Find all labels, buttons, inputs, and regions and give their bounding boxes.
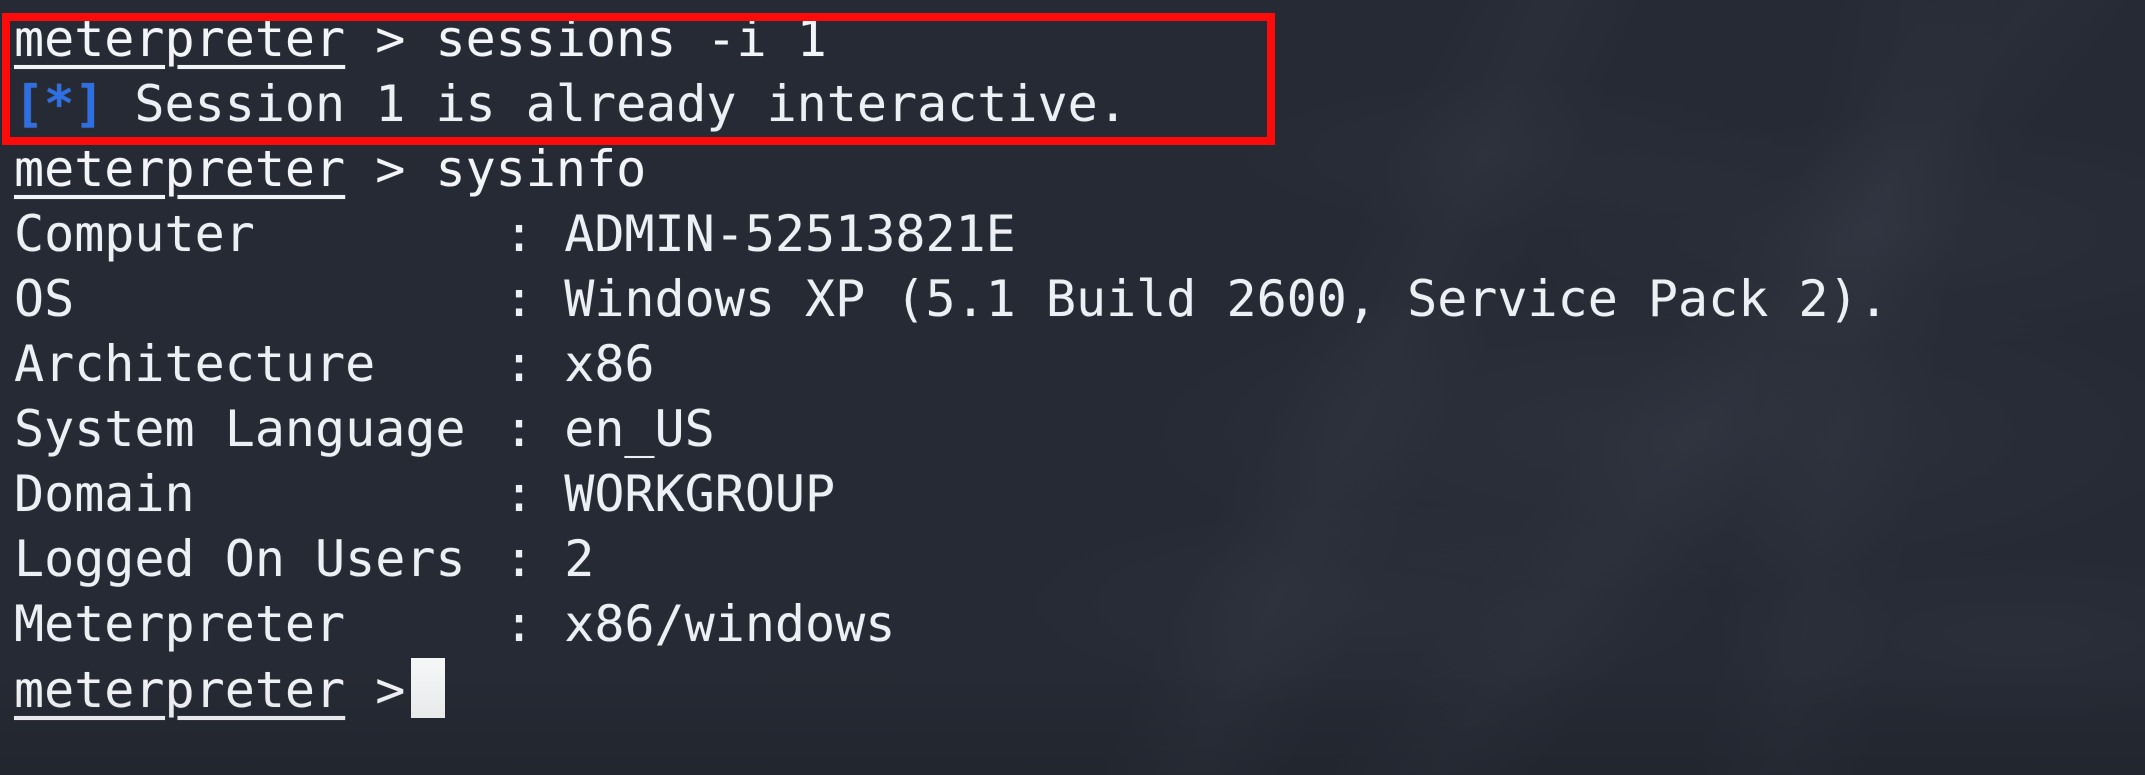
sysinfo-key-os: OS — [14, 270, 75, 328]
kv-spacer — [534, 205, 564, 263]
sysinfo-value-os: Windows XP (5.1 Build 2600, Service Pack… — [564, 270, 1889, 328]
prompt-arrow-icon: > — [375, 661, 406, 719]
sysinfo-colon: : — [504, 595, 535, 653]
terminal-line-prompt-active[interactable]: meterpreter > — [14, 658, 446, 721]
sysinfo-value-domain: WORKGROUP — [564, 465, 836, 523]
kv-spacer — [534, 595, 564, 653]
prompt-spacer — [345, 140, 375, 198]
terminal-screenshot: meterpreter > sessions -i 1 [*] Session … — [0, 0, 2145, 775]
sysinfo-value-computer: ADMIN-52513821E — [564, 205, 1016, 263]
sysinfo-colon: : — [504, 205, 535, 263]
sysinfo-colon: : — [504, 270, 535, 328]
sysinfo-key-computer: Computer — [14, 205, 255, 263]
terminal-line-prompt-sysinfo: meterpreter > sysinfo — [14, 138, 646, 200]
sysinfo-colon: : — [504, 530, 535, 588]
prompt-spacer — [345, 10, 375, 68]
terminal-line-info-session-interactive: [*] Session 1 is already interactive. — [14, 73, 1128, 135]
sysinfo-value-meterpreter: x86/windows — [564, 595, 896, 653]
sysinfo-row-logged-on-users: Logged On Users: 2 — [14, 528, 594, 590]
sysinfo-key-domain: Domain — [14, 465, 195, 523]
sysinfo-key-architecture: Architecture — [14, 335, 376, 393]
sysinfo-row-system-language: System Language: en_US — [14, 398, 715, 460]
sysinfo-key-meterpreter: Meterpreter — [14, 595, 346, 653]
sysinfo-row-os: OS: Windows XP (5.1 Build 2600, Service … — [14, 268, 1889, 330]
sysinfo-row-meterpreter: Meterpreter: x86/windows — [14, 593, 895, 655]
prompt-spacer — [405, 10, 435, 68]
terminal-line-prompt-sessions: meterpreter > sessions -i 1 — [14, 8, 827, 70]
sysinfo-value-architecture: x86 — [564, 335, 655, 393]
sysinfo-colon: : — [504, 400, 535, 458]
sysinfo-row-domain: Domain: WORKGROUP — [14, 463, 835, 525]
command-text-sysinfo: sysinfo — [435, 140, 647, 198]
sysinfo-row-computer: Computer: ADMIN-52513821E — [14, 203, 1016, 265]
prompt-host-label: meterpreter — [14, 140, 346, 198]
kv-spacer — [534, 335, 564, 393]
kv-spacer — [534, 270, 564, 328]
prompt-spacer — [405, 140, 435, 198]
prompt-arrow-icon: > — [375, 10, 406, 68]
sysinfo-value-logged-on-users: 2 — [564, 530, 595, 588]
prompt-arrow-icon: > — [375, 140, 406, 198]
info-marker-icon: [*] — [14, 75, 105, 133]
command-text-sessions: sessions -i 1 — [435, 10, 827, 68]
sysinfo-colon: : — [504, 335, 535, 393]
text-cursor-icon — [411, 658, 446, 718]
kv-spacer — [534, 400, 564, 458]
info-spacer — [104, 75, 134, 133]
kv-spacer — [534, 465, 564, 523]
sysinfo-row-architecture: Architecture: x86 — [14, 333, 655, 395]
sysinfo-key-logged-on-users: Logged On Users — [14, 530, 466, 588]
sysinfo-value-system-language: en_US — [564, 400, 715, 458]
info-message-text: Session 1 is already interactive. — [134, 75, 1128, 133]
sysinfo-key-system-language: System Language — [14, 400, 466, 458]
prompt-host-label: meterpreter — [14, 10, 346, 68]
terminal-output-area[interactable]: meterpreter > sessions -i 1 [*] Session … — [0, 0, 2145, 775]
kv-spacer — [534, 530, 564, 588]
sysinfo-colon: : — [504, 465, 535, 523]
prompt-host-label: meterpreter — [14, 661, 346, 719]
prompt-spacer — [345, 661, 375, 719]
